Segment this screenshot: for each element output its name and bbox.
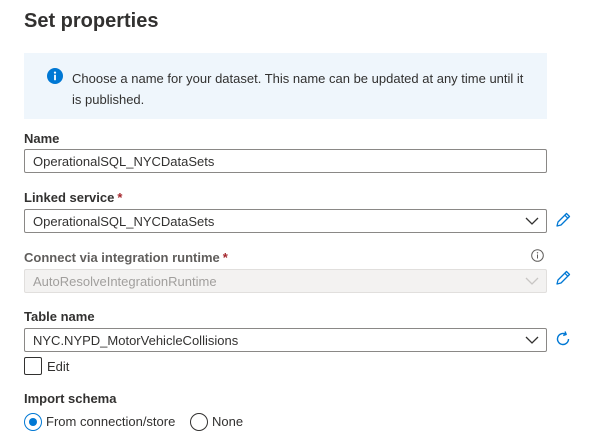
integration-runtime-value: AutoResolveIntegrationRuntime [33, 274, 217, 289]
info-icon [47, 68, 63, 84]
info-message-text: Choose a name for your dataset. This nam… [72, 71, 524, 107]
refresh-icon[interactable] [554, 330, 572, 348]
table-name-dropdown[interactable]: NYC.NYPD_MotorVehicleCollisions [24, 328, 547, 352]
table-name-label: Table name [24, 309, 95, 324]
name-input[interactable]: OperationalSQL_NYCDataSets [24, 149, 547, 173]
required-asterisk: * [222, 250, 228, 265]
integration-runtime-label: Connect via integration runtime * [24, 250, 228, 265]
import-schema-label: Import schema [24, 391, 117, 406]
linked-service-label: Linked service * [24, 190, 122, 205]
table-name-value: NYC.NYPD_MotorVehicleCollisions [33, 333, 239, 348]
import-schema-radio-from-connection[interactable] [24, 413, 42, 431]
info-circle-icon[interactable] [531, 249, 544, 262]
info-message-bar: Choose a name for your dataset. This nam… [24, 53, 547, 119]
name-input-value: OperationalSQL_NYCDataSets [33, 154, 215, 169]
integration-runtime-label-text: Connect via integration runtime [24, 250, 220, 265]
chevron-down-icon [525, 336, 539, 344]
linked-service-value: OperationalSQL_NYCDataSets [33, 214, 215, 229]
import-schema-option-label[interactable]: None [212, 414, 243, 429]
edit-integration-runtime-pencil-icon[interactable] [554, 269, 572, 287]
chevron-down-icon [525, 277, 539, 285]
page-title: Set properties [24, 10, 159, 32]
linked-service-dropdown[interactable]: OperationalSQL_NYCDataSets [24, 209, 547, 233]
edit-table-checkbox[interactable] [24, 357, 42, 375]
edit-linked-service-pencil-icon[interactable] [554, 211, 572, 229]
edit-table-checkbox-label[interactable]: Edit [47, 359, 69, 374]
import-schema-option-label[interactable]: From connection/store [46, 414, 175, 429]
import-schema-radio-none[interactable] [190, 413, 208, 431]
required-asterisk: * [117, 190, 123, 205]
name-label: Name [24, 131, 60, 146]
chevron-down-icon [525, 217, 539, 225]
linked-service-label-text: Linked service [24, 190, 115, 205]
integration-runtime-dropdown: AutoResolveIntegrationRuntime [24, 269, 547, 293]
